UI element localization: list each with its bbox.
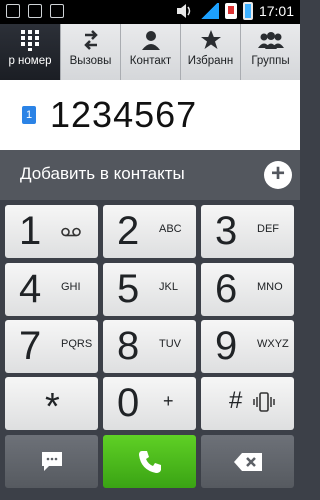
call-icon: [139, 451, 161, 473]
tab-calls[interactable]: Вызовы: [60, 24, 120, 80]
key-digit: 3: [215, 209, 238, 253]
key-digit: 0: [117, 381, 140, 425]
tab-label: Контакт: [129, 55, 172, 67]
image-icon: [50, 4, 64, 18]
sim-card-icon: [224, 3, 237, 19]
key-2[interactable]: 2 ABC: [103, 205, 196, 258]
tab-bar: р номер Вызовы Контакт Избранн Группы: [0, 24, 300, 80]
key-4[interactable]: 4 GHI: [5, 263, 98, 316]
sim-indicator: 1: [22, 106, 36, 124]
key-5[interactable]: 5 JKL: [103, 263, 196, 316]
call-log-icon: [83, 30, 98, 50]
number-display[interactable]: 1 1234567: [0, 80, 300, 150]
key-digit: 8: [117, 324, 140, 368]
backspace-icon: [234, 453, 262, 471]
clock: 17:01: [258, 3, 294, 19]
key-0[interactable]: 0 +: [103, 377, 196, 430]
battery-icon: [242, 2, 253, 20]
key-letters: ABC: [159, 223, 182, 235]
screenshot-icon: [6, 4, 20, 18]
tab-label: Группы: [251, 55, 290, 67]
tab-contacts[interactable]: Контакт: [120, 24, 180, 80]
key-letters: DEF: [257, 223, 279, 235]
group-icon: [257, 32, 284, 49]
key-9[interactable]: 9 WXYZ: [201, 320, 294, 373]
key-digit: 2: [117, 209, 140, 253]
key-digit: 6: [215, 267, 238, 311]
key-digit: #: [229, 387, 243, 414]
key-letters: JKL: [159, 281, 178, 293]
vibrate-icon: [253, 392, 275, 412]
key-letters: TUV: [159, 338, 181, 350]
dialpad-icon: [21, 30, 39, 51]
key-digit: 4: [19, 267, 42, 311]
key-letters: GHI: [61, 281, 81, 293]
volume-icon: [176, 4, 191, 18]
signal-icon: [198, 3, 219, 19]
bag-icon: [28, 4, 42, 18]
key-letters: PQRS: [61, 338, 93, 350]
key-1[interactable]: 1: [5, 205, 98, 258]
contact-icon: [141, 31, 160, 50]
key-8[interactable]: 8 TUV: [103, 320, 196, 373]
key-3[interactable]: 3 DEF: [201, 205, 294, 258]
key-letters: MNO: [257, 281, 283, 293]
key-digit: 1: [19, 209, 42, 253]
star-icon: [200, 30, 221, 49]
key-digit: 9: [215, 324, 238, 368]
key-digit: *: [45, 386, 60, 428]
key-6[interactable]: 6 MNO: [201, 263, 294, 316]
voicemail-icon: [61, 227, 81, 237]
dialpad: 1 2 ABC 3 DEF 4 GHI 5 JKL 6 MNO 7 PQRS 8…: [0, 200, 300, 500]
key-letters: WXYZ: [257, 338, 289, 350]
call-button[interactable]: [103, 435, 196, 488]
add-contact-button[interactable]: +: [264, 161, 292, 189]
tab-label: Вызовы: [69, 55, 112, 67]
tab-label: Избранн: [187, 55, 234, 67]
message-button[interactable]: [5, 435, 98, 488]
key-letters: +: [163, 391, 174, 411]
key-star[interactable]: *: [5, 377, 98, 430]
key-hash[interactable]: #: [201, 377, 294, 430]
tab-label: р номер: [8, 55, 52, 67]
backspace-button[interactable]: [201, 435, 294, 488]
key-7[interactable]: 7 PQRS: [5, 320, 98, 373]
key-digit: 7: [19, 324, 42, 368]
add-to-contacts-label: Добавить в контакты: [20, 164, 185, 183]
tab-dialer[interactable]: р номер: [0, 24, 60, 80]
dialed-number[interactable]: 1234567: [50, 94, 197, 136]
status-bar: 17:01: [0, 0, 300, 24]
key-digit: 5: [117, 267, 140, 311]
add-to-contacts-bar[interactable]: Добавить в контакты +: [0, 150, 300, 200]
tab-favorites[interactable]: Избранн: [180, 24, 240, 80]
message-icon: [42, 452, 62, 471]
tab-groups[interactable]: Группы: [240, 24, 300, 80]
